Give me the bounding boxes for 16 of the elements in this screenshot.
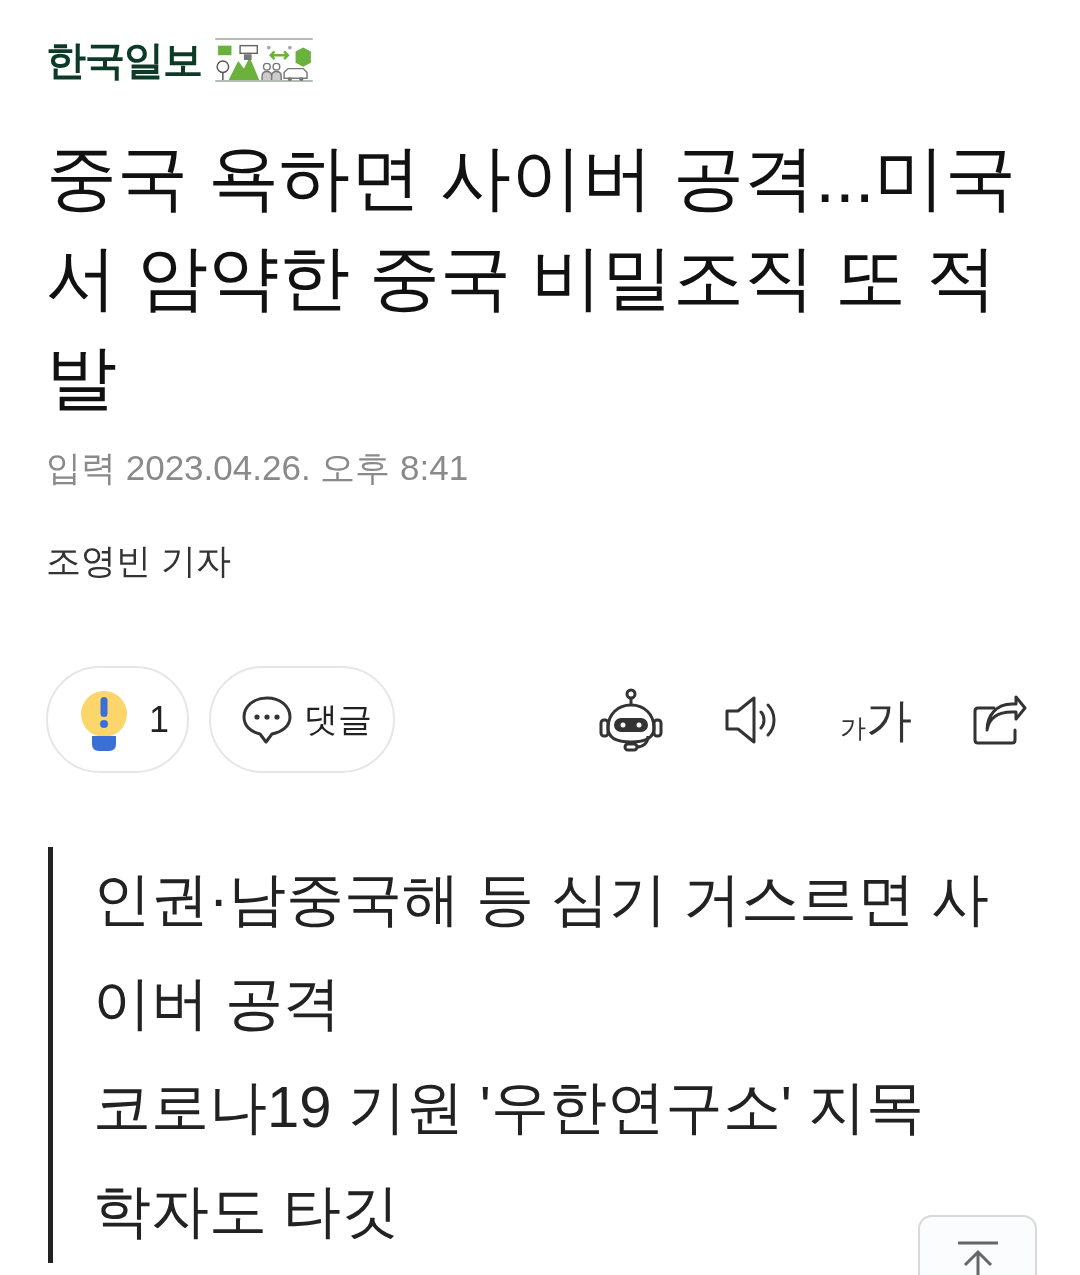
speech-bubble-icon <box>242 695 292 744</box>
arrow-up-to-line-icon <box>956 1241 999 1275</box>
ai-summary-button[interactable] <box>598 687 664 752</box>
comment-button[interactable]: 댓글 <box>209 666 395 773</box>
logo-text: 한국일보 <box>46 40 202 80</box>
share-icon <box>972 693 1028 746</box>
byline: 조영빈 기자 <box>46 540 232 582</box>
summary-line: 인권·남중국해 등 심기 거스르면 사이버 공격 <box>93 866 989 1035</box>
robot-icon <box>598 687 664 752</box>
font-size-button[interactable]: 가가 <box>840 696 912 743</box>
lightbulb-icon <box>81 688 127 751</box>
published-date: 입력 2023.04.26. 오후 8:41 <box>46 447 470 489</box>
headline: 중국 욕하면 사이버 공격...미국서 암약한 중국 비밀조직 또 적발 <box>46 137 1018 419</box>
summary-line: 코로나19 기원 '우한연구소' 지목 학자도 타깃 <box>93 1074 924 1243</box>
share-button[interactable] <box>972 693 1028 746</box>
reaction-button[interactable]: 1 <box>46 666 189 773</box>
